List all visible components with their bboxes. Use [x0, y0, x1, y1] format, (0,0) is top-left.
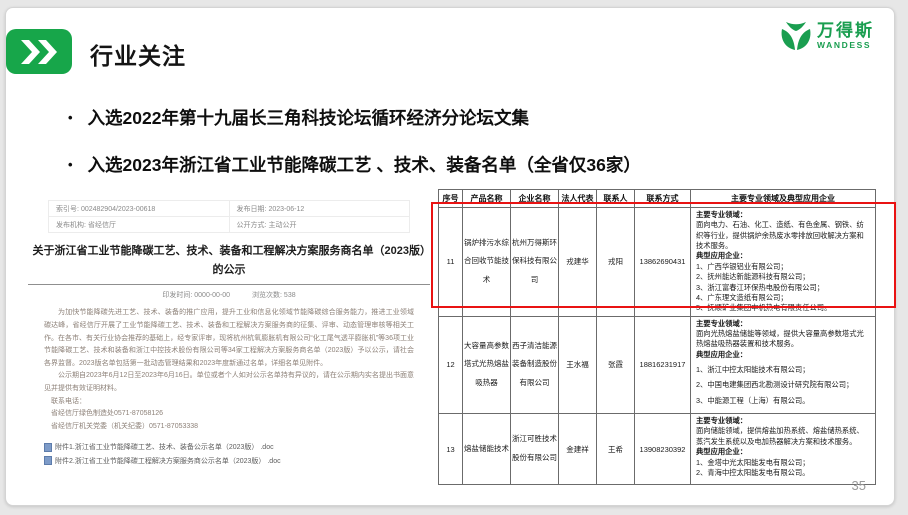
table-row-11: 11 锅炉排污水综合回收节能技术 杭州万得斯环保科技有限公司 戎建华 戎阳 13…: [439, 208, 876, 317]
doc-issue-time: 印发时间: 0000-00-00: [162, 292, 230, 299]
cell-contact: 王希: [597, 414, 635, 485]
cell-domain-detail: 主要专业领域： 面向储能领域，提供熔盐加热系统、熔盐储热系统、蒸汽发生系统以及电…: [691, 414, 876, 485]
cell-contact: 戎阳: [597, 208, 635, 317]
slide: 行业关注 万得斯 WANDESS 入选2022年第十九届长三角科技论坛循环经济分…: [5, 7, 895, 506]
cell-phone: 13908230392: [635, 414, 691, 485]
cell-no: 12: [439, 316, 463, 414]
cell-contact: 张霞: [597, 316, 635, 414]
cell-legal: 王水福: [559, 316, 597, 414]
doc-meta-table: 索引号:002482904/2023-00618 发布日期:2023-06-12…: [48, 200, 410, 233]
bullet-item-2: 入选2023年浙江省工业节能降碳工艺 、技术、装备名单（全省仅36家）: [68, 152, 641, 177]
page-number: 35: [852, 478, 866, 493]
brand-text: 万得斯 WANDESS: [817, 22, 874, 50]
doc-contact-phone-2: 省经信厅机关党委（机关纪委）0571-87053338: [44, 421, 414, 434]
doc-view-count: 浏览次数: 538: [252, 292, 296, 299]
cell-phone: 13862690431: [635, 208, 691, 317]
col-header-domain: 主要专业领域及典型应用企业: [691, 190, 876, 208]
doc-icon: [44, 456, 52, 465]
doc-attachments: 附件1.浙江省工业节能降碳工艺、技术、装备公示名单（2023版） .doc 附件…: [44, 442, 414, 466]
doc-divider: [28, 284, 430, 285]
col-header-no: 序号: [439, 190, 463, 208]
doc-contact-label: 联系电话：: [44, 396, 414, 409]
doc-icon: [44, 443, 52, 452]
cell-product: 大容量高参数塔式光热熔盐吸热器: [463, 316, 511, 414]
bullet-item-1: 入选2022年第十九届长三角科技论坛循环经济分论坛文集: [68, 105, 641, 130]
doc-body: 为加快节能降碳先进工艺、技术、装备的推广应用，提升工业和信息化领域节能降碳综合服…: [44, 307, 414, 433]
bullet-list: 入选2022年第十九届长三角科技论坛循环经济分论坛文集 入选2023年浙江省工业…: [68, 105, 641, 199]
doc-meta-agency: 发布机构:省经信厅: [49, 217, 229, 232]
page-title: 行业关注: [90, 37, 186, 71]
doc-meta-date: 发布日期:2023-06-12: [229, 201, 410, 216]
doc-meta-row: 发布机构:省经信厅 公开方式:主动公开: [49, 217, 409, 232]
chevrons-glyph: [19, 39, 59, 65]
table-header-row: 序号 产品名称 企业名称 法人代表 联系人 联系方式 主要专业领域及典型应用企业: [439, 190, 876, 208]
table-row-12: 12 大容量高参数塔式光热熔盐吸热器 西子清洁能源装备制造股份有限公司 王水福 …: [439, 316, 876, 414]
cell-company: 西子清洁能源装备制造股份有限公司: [511, 316, 559, 414]
vendor-table: 序号 产品名称 企业名称 法人代表 联系人 联系方式 主要专业领域及典型应用企业…: [438, 189, 875, 485]
cell-phone: 18816231917: [635, 316, 691, 414]
doc-contact-phone-1: 省经信厅绿色制造处0571-87058126: [44, 408, 414, 421]
doc-paragraph-1: 为加快节能降碳先进工艺、技术、装备的推广应用，提升工业和信息化领域节能降碳综合服…: [44, 307, 414, 370]
cell-product: 熔盐储能技术: [463, 414, 511, 485]
cell-company: 杭州万得斯环保科技有限公司: [511, 208, 559, 317]
doc-issue-line: 印发时间: 0000-00-00 浏览次数: 538: [28, 290, 430, 300]
cell-legal: 戎建华: [559, 208, 597, 317]
cell-domain-detail: 主要专业领域： 面向光热熔盐储能等领域，提供大容量高参数塔式光热熔盐吸热器装置和…: [691, 316, 876, 414]
brand-name-cn: 万得斯: [817, 22, 874, 41]
col-header-phone: 联系方式: [635, 190, 691, 208]
doc-meta-openmode: 公开方式:主动公开: [229, 217, 410, 232]
cell-no: 11: [439, 208, 463, 317]
brand-name-en: WANDESS: [817, 41, 874, 50]
table-row-13: 13 熔盐储能技术 浙江可胜技术股份有限公司 金建祥 王希 1390823039…: [439, 414, 876, 485]
leaf-logo-icon: [779, 20, 813, 52]
attachment-link-1[interactable]: 附件1.浙江省工业节能降碳工艺、技术、装备公示名单（2023版） .doc: [44, 442, 414, 452]
doc-paragraph-2: 公示期自2023年6月12日至2023年6月16日。单位或者个人如对公示名单持有…: [44, 370, 414, 395]
col-header-contact: 联系人: [597, 190, 635, 208]
cell-product: 锅炉排污水综合回收节能技术: [463, 208, 511, 317]
doc-meta-row: 索引号:002482904/2023-00618 发布日期:2023-06-12: [49, 201, 409, 217]
col-header-company: 企业名称: [511, 190, 559, 208]
attachment-link-2[interactable]: 附件2.浙江省工业节能降碳工程解决方案服务商公示名单（2023版） .doc: [44, 456, 414, 466]
double-chevron-icon: [6, 29, 72, 74]
cell-legal: 金建祥: [559, 414, 597, 485]
cell-domain-detail: 主要专业领域： 面向电力、石油、化工、造纸、有色金属、钢铁、纺织等行业，提供锅炉…: [691, 208, 876, 317]
doc-title: 关于浙江省工业节能降碳工艺、技术、装备和工程解决方案服务商名单（2023版）的公…: [32, 242, 426, 279]
announcement-screenshot: 索引号:002482904/2023-00618 发布日期:2023-06-12…: [28, 196, 430, 466]
cell-no: 13: [439, 414, 463, 485]
brand-logo: 万得斯 WANDESS: [779, 20, 874, 52]
doc-meta-index: 索引号:002482904/2023-00618: [49, 201, 229, 216]
col-header-product: 产品名称: [463, 190, 511, 208]
col-header-legal: 法人代表: [559, 190, 597, 208]
cell-company: 浙江可胜技术股份有限公司: [511, 414, 559, 485]
